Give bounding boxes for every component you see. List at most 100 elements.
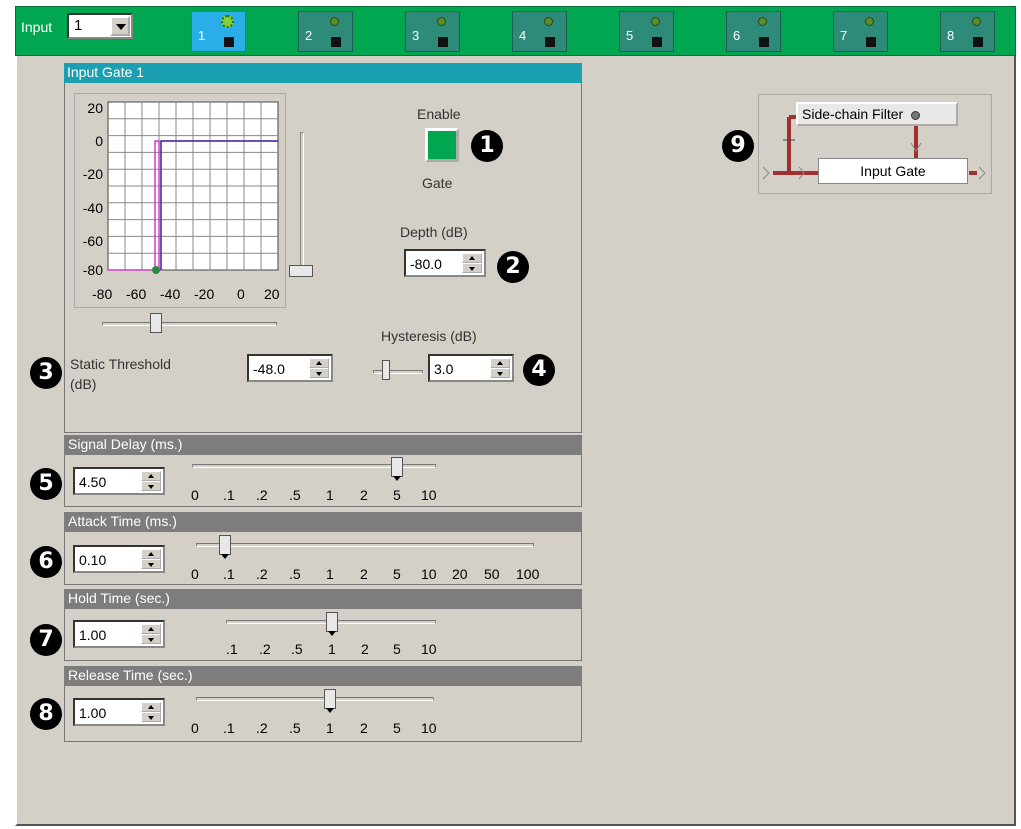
scale-label: 100 (516, 566, 540, 582)
vertical-slider-thumb[interactable] (289, 265, 313, 277)
mute-square-icon[interactable] (973, 37, 983, 47)
threshold-spinbox[interactable]: -48.0 (247, 354, 333, 382)
signal-led-icon (972, 17, 981, 26)
depth-spinbox[interactable]: -80.0 (404, 249, 486, 277)
hysteresis-spinbox[interactable]: 3.0 (428, 354, 514, 382)
attack-time-spinbox[interactable]: 0.10 (73, 545, 165, 573)
spin-up-icon[interactable] (141, 549, 161, 559)
scale-label: 0 (191, 566, 199, 582)
hysteresis-slider-track[interactable] (373, 370, 423, 374)
callout-badge-4: 4 (523, 354, 555, 386)
spin-up-icon[interactable] (490, 358, 510, 368)
channel-button-3[interactable]: 3 (405, 11, 460, 52)
mute-square-icon[interactable] (545, 37, 555, 47)
input-select-value: 1 (74, 17, 83, 34)
hysteresis-label: Hysteresis (dB) (381, 328, 477, 344)
scale-label: .1 (223, 487, 235, 503)
scale-label: .2 (256, 487, 268, 503)
scale-label: 2 (360, 487, 368, 503)
scale-label: 10 (421, 487, 437, 503)
scale-label: 5 (393, 566, 401, 582)
signal-delay-header: Signal Delay (ms.) (64, 435, 582, 455)
hold-time-spinbox[interactable]: 1.00 (73, 620, 165, 648)
threshold-label-line2: (dB) (70, 376, 97, 392)
channel-button-1[interactable]: 1 (191, 11, 246, 52)
release-time-value: 1.00 (79, 705, 107, 721)
attack-time-slider-track[interactable] (196, 543, 534, 547)
release-time-slider-track[interactable] (196, 697, 434, 701)
input-label: Input (21, 19, 53, 35)
scale-label: 10 (421, 641, 437, 657)
mute-square-icon[interactable] (866, 37, 876, 47)
signal-delay-spinbox[interactable]: 4.50 (73, 467, 165, 495)
gate-enable-button[interactable] (425, 128, 459, 162)
channel-button-7[interactable]: 7 (833, 11, 888, 52)
spin-down-icon[interactable] (462, 263, 482, 273)
spin-up-icon[interactable] (462, 253, 482, 263)
mute-square-icon[interactable] (438, 37, 448, 47)
input-gate-block[interactable]: Input Gate (818, 158, 968, 184)
mute-square-icon[interactable] (331, 37, 341, 47)
hysteresis-slider-thumb[interactable] (382, 360, 390, 380)
spin-down-icon[interactable] (141, 481, 161, 491)
chevron-down-icon[interactable] (110, 16, 130, 36)
channel-number: 8 (947, 28, 955, 43)
channel-number: 5 (626, 28, 634, 43)
scale-label: .2 (259, 641, 271, 657)
sidechain-filter-label: Side-chain Filter (802, 106, 904, 122)
spin-down-icon[interactable] (490, 368, 510, 378)
enable-label: Enable (417, 106, 461, 122)
input-select[interactable]: 1 (67, 13, 133, 39)
spin-down-icon[interactable] (309, 368, 329, 378)
attack-time-slider-thumb[interactable] (219, 535, 231, 559)
channel-number: 4 (519, 28, 527, 43)
spin-up-icon[interactable] (309, 358, 329, 368)
callout-badge-7: 7 (30, 624, 62, 656)
callout-badge-9: 9 (722, 130, 754, 162)
spin-up-icon[interactable] (141, 702, 161, 712)
scale-label: 0 (191, 720, 199, 736)
mute-square-icon[interactable] (652, 37, 662, 47)
threshold-slider-thumb[interactable] (150, 313, 162, 333)
scale-label: 2 (360, 566, 368, 582)
scale-label: 2 (360, 720, 368, 736)
signal-led-icon (221, 15, 234, 28)
channel-button-2[interactable]: 2 (298, 11, 353, 52)
mute-square-icon[interactable] (224, 37, 234, 47)
spin-down-icon[interactable] (141, 634, 161, 644)
mute-square-icon[interactable] (759, 37, 769, 47)
channel-button-5[interactable]: 5 (619, 11, 674, 52)
spin-up-icon[interactable] (141, 471, 161, 481)
callout-badge-2: 2 (497, 251, 529, 283)
x-tick: -60 (126, 286, 147, 302)
scale-label: .5 (291, 641, 303, 657)
hold-time-header: Hold Time (sec.) (64, 589, 582, 609)
release-time-spinbox[interactable]: 1.00 (73, 698, 165, 726)
gate-label: Gate (422, 175, 453, 191)
spin-down-icon[interactable] (141, 559, 161, 569)
signal-led-icon (544, 17, 553, 26)
scale-label: 5 (393, 720, 401, 736)
signal-delay-slider-thumb[interactable] (391, 457, 403, 481)
scale-label: 1 (326, 566, 334, 582)
scale-label: .1 (226, 641, 238, 657)
hold-time-slider-thumb[interactable] (326, 612, 338, 636)
channel-button-4[interactable]: 4 (512, 11, 567, 52)
spin-down-icon[interactable] (141, 712, 161, 722)
attack-time-value: 0.10 (79, 552, 107, 568)
channel-button-6[interactable]: 6 (726, 11, 781, 52)
channel-number: 3 (412, 28, 420, 43)
scale-label: .5 (289, 487, 301, 503)
signal-led-icon (330, 17, 339, 26)
release-time-slider-thumb[interactable] (324, 689, 336, 713)
channel-button-8[interactable]: 8 (940, 11, 995, 52)
x-tick: -40 (160, 286, 181, 302)
y-tick: -40 (82, 200, 103, 216)
spin-up-icon[interactable] (141, 624, 161, 634)
x-tick: 0 (237, 286, 245, 302)
sidechain-filter-button[interactable]: Side-chain Filter (796, 102, 958, 126)
vertical-slider-track[interactable] (300, 132, 304, 272)
y-tick: -80 (82, 262, 103, 278)
threshold-slider-track[interactable] (102, 322, 277, 326)
x-tick: -80 (92, 286, 113, 302)
